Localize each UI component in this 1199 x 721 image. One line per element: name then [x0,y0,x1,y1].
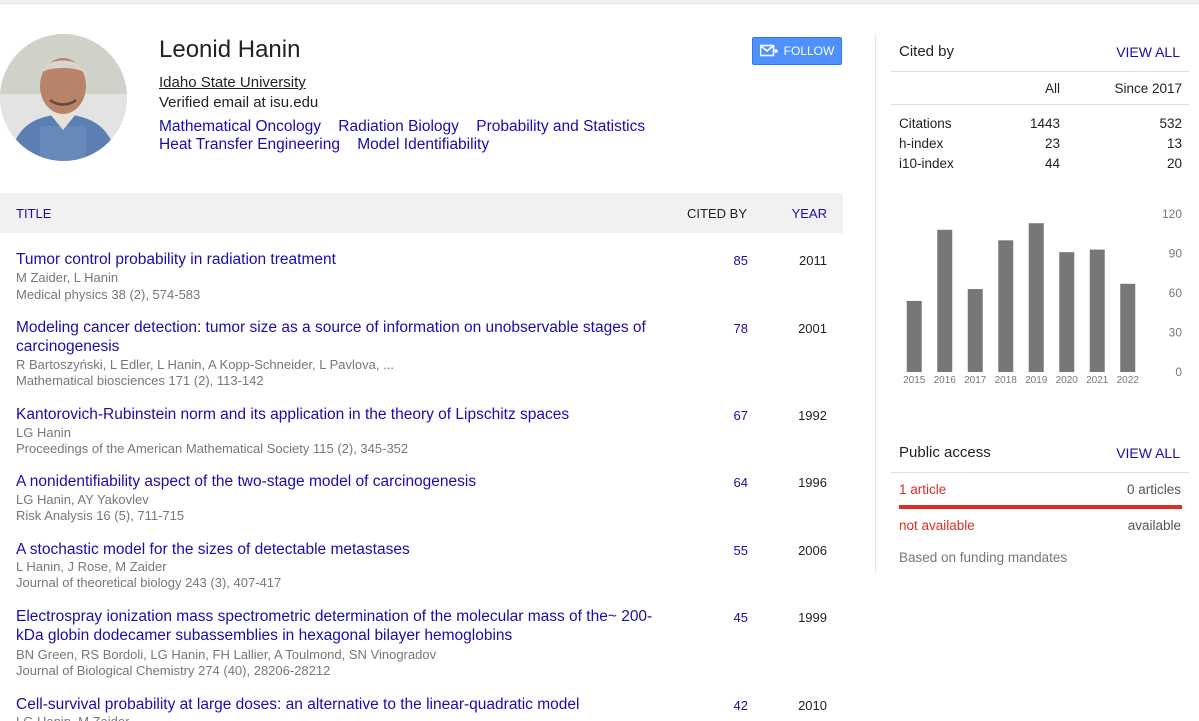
follow-button[interactable]: FOLLOW [752,37,842,65]
interest-link[interactable]: Model Identifiability [357,136,489,154]
y-tick-label: 120 [1162,207,1182,221]
citations-bar-chart: 2015 2016 2017 2018 2019 2020 2021 2022 120 90 60 3… [903,207,1183,386]
interest-link[interactable]: Heat Transfer Engineering [159,136,340,154]
article-year: 1999 [798,610,827,625]
y-tick-label: 0 [1175,365,1182,379]
interest-link[interactable]: Mathematical Oncology [159,118,321,136]
email-plus-icon [759,44,778,57]
article-authors: BN Green, RS Bordoli, LG Hanin, FH Lalli… [16,647,437,662]
article-year: 2011 [799,253,827,268]
article-title-link[interactable]: Cell-survival probability at large doses… [16,695,676,714]
citations-chart: 2015 2016 2017 2018 2019 2020 2021 2022 120 90 60 3… [891,204,1189,394]
stat-all: 23 [1044,136,1060,151]
article-journal: Risk Analysis 16 (5), 711-715 [16,508,185,523]
article-journal: Mathematical biosciences 171 (2), 113-14… [16,373,264,388]
x-tick-label: 2019 [1025,375,1048,386]
article-cited-count[interactable]: 64 [700,475,748,490]
stat-all: 1443 [1029,116,1060,131]
x-tick-label: 2017 [964,375,987,386]
profile-email: Verified email at isu.edu [159,94,319,111]
stat-since: 13 [1166,136,1182,151]
divider [891,472,1189,473]
article-year: 2006 [798,543,827,558]
article-title-link[interactable]: A nonidentifiability aspect of the two-s… [16,472,676,491]
col-since-header: Since 2017 [1114,81,1182,96]
not-available-label: not available [899,518,975,533]
x-tick-label: 2015 [903,375,926,386]
article-journal: Journal of Biological Chemistry 274 (40)… [16,663,331,678]
bar-2020[interactable] [1059,252,1075,372]
public-access-view-all[interactable]: VIEW ALL [1116,445,1180,461]
interest-link[interactable]: Probability and Statistics [476,118,645,136]
divider [891,104,1189,105]
article-journal: Proceedings of the American Mathematical… [16,441,409,456]
article-authors: M Zaider, L Hanin [16,270,119,285]
article-cited-count[interactable]: 85 [700,253,748,268]
sort-by-year[interactable]: YEAR [792,206,827,221]
stat-label: i10-index [899,156,954,171]
cited-by-title: Cited by [899,43,955,60]
divider [891,71,1189,72]
bar-2018[interactable] [998,240,1014,372]
article-journal: Journal of theoretical biology 243 (3), … [16,575,282,590]
article-cited-count[interactable]: 45 [700,610,748,625]
follow-label: FOLLOW [783,44,835,58]
stat-since: 20 [1166,156,1182,171]
stat-label: h-index [899,136,944,151]
y-tick-label: 30 [1169,326,1183,340]
cited-by-view-all[interactable]: VIEW ALL [1116,44,1180,60]
article-cited-count[interactable]: 67 [700,408,748,423]
y-tick-label: 60 [1169,286,1183,300]
bar-2015[interactable] [906,300,922,372]
public-access-progress-bar [899,505,1182,509]
sort-by-title[interactable]: TITLE [16,206,51,221]
x-tick-label: 2018 [995,375,1018,386]
available-count[interactable]: 0 articles [1127,482,1181,497]
article-title-link[interactable]: Modeling cancer detection: tumor size as… [16,318,676,356]
article-year: 2010 [798,698,827,713]
article-cited-count[interactable]: 42 [700,698,748,713]
article-year: 1992 [798,408,827,423]
article-title-link[interactable]: Tumor control probability in radiation t… [16,250,676,269]
profile-affiliation-link[interactable]: Idaho State University [159,74,306,91]
x-tick-label: 2020 [1056,375,1079,386]
x-tick-label: 2021 [1086,375,1109,386]
public-access-title: Public access [899,444,991,461]
stat-since: 532 [1159,116,1182,131]
bar-2021[interactable] [1089,249,1105,372]
bar-2022[interactable] [1120,283,1136,372]
bar-2017[interactable] [967,289,983,372]
article-title-link[interactable]: Electrospray ionization mass spectrometr… [16,607,676,645]
article-authors: R Bartoszyński, L Edler, L Hanin, A Kopp… [16,357,394,372]
article-cited-count[interactable]: 55 [700,543,748,558]
articles-table-header: TITLE CITED BY YEAR [0,193,843,233]
article-authors: LG Hanin, M Zaider [16,714,129,721]
x-tick-label: 2022 [1117,375,1140,386]
article-year: 1996 [798,475,827,490]
stat-label: Citations [899,116,952,131]
col-all-header: All [1044,81,1060,96]
article-authors: L Hanin, J Rose, M Zaider [16,559,167,574]
stat-all: 44 [1044,156,1060,171]
sort-by-cited[interactable]: CITED BY [687,206,747,221]
research-interests: Mathematical Oncology Radiation Biology … [159,118,719,154]
article-title-link[interactable]: Kantorovich-Rubinstein norm and its appl… [16,405,676,424]
x-tick-label: 2016 [934,375,957,386]
bar-2019[interactable] [1028,223,1044,372]
profile-avatar [0,34,127,161]
available-label: available [1127,518,1181,533]
bar-2016[interactable] [937,229,953,372]
column-divider [875,35,876,572]
not-available-count[interactable]: 1 article [899,482,946,497]
article-authors: LG Hanin, AY Yakovlev [16,492,149,507]
funding-note: Based on funding mandates [899,550,1068,565]
y-tick-label: 90 [1169,247,1183,261]
article-journal: Medical physics 38 (2), 574-583 [16,287,201,302]
profile-name: Leonid Hanin [159,36,301,63]
article-cited-count[interactable]: 78 [700,321,748,336]
article-authors: LG Hanin [16,425,71,440]
interest-link[interactable]: Radiation Biology [338,118,459,136]
article-title-link[interactable]: A stochastic model for the sizes of dete… [16,540,676,559]
article-year: 2001 [798,321,827,336]
